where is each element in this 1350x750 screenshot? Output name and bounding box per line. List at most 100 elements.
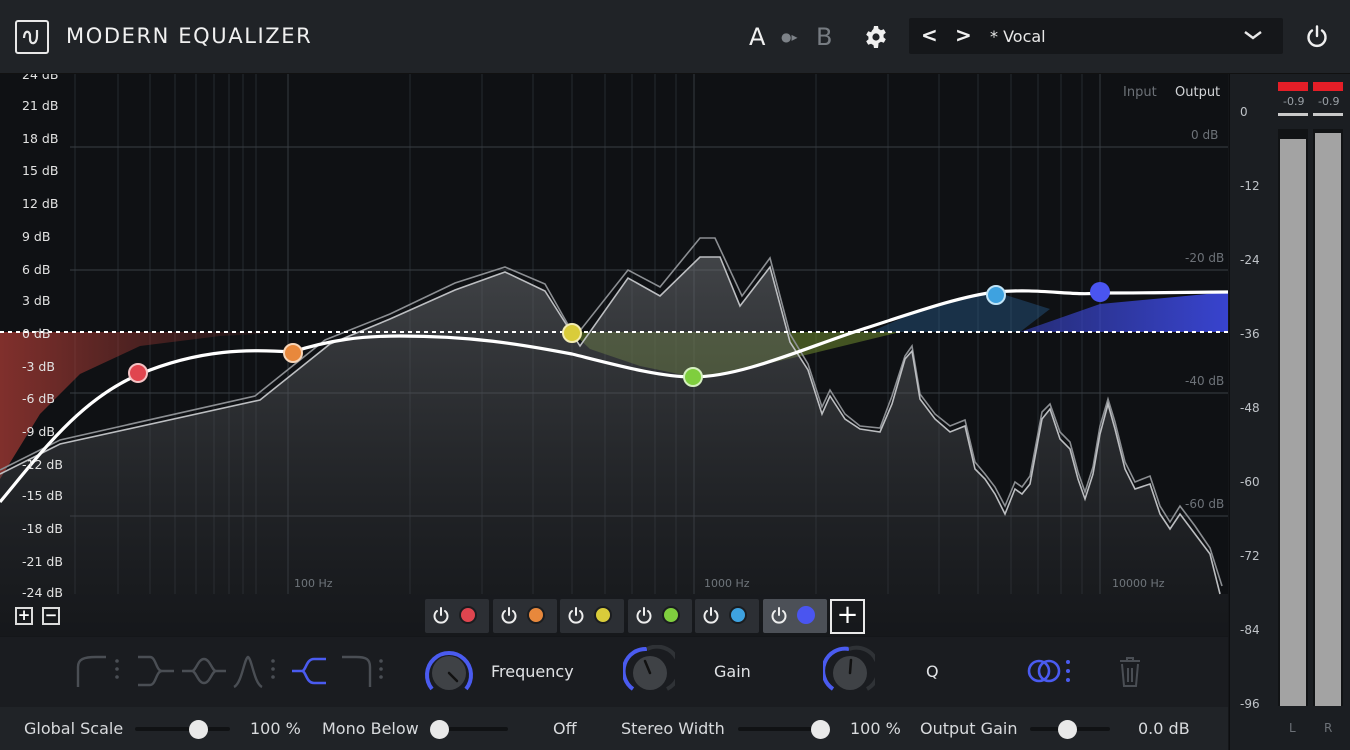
db-label: 18 dB — [22, 131, 59, 146]
frequency-knob[interactable] — [422, 645, 474, 697]
band-3-button[interactable] — [560, 599, 624, 633]
band-1-node — [128, 363, 148, 383]
gain-knob[interactable] — [623, 645, 675, 697]
band-power-icon[interactable] — [566, 606, 586, 626]
q-knob[interactable] — [823, 645, 875, 697]
stereo-width-slider[interactable] — [738, 720, 830, 739]
stereo-width-value: 100 % — [850, 719, 901, 738]
logo-icon — [15, 20, 49, 54]
spectrum-db-label: -20 dB — [1185, 251, 1225, 265]
mono-below-label: Mono Below — [322, 719, 419, 738]
band-1-button[interactable] — [425, 599, 489, 633]
band-4-button[interactable] — [628, 599, 692, 633]
band-color-dot — [459, 606, 477, 624]
db-label: 12 dB — [22, 196, 59, 211]
band-power-icon[interactable] — [701, 606, 721, 626]
tilt-filter-icon[interactable] — [290, 653, 338, 689]
band-6-button[interactable] — [763, 599, 827, 633]
meter-scale-label: -24 — [1240, 253, 1260, 267]
meter-scale-label: -72 — [1240, 549, 1260, 563]
band-5-fill — [760, 292, 1050, 332]
ab-compare-b-button[interactable]: B — [816, 23, 832, 51]
preset-name[interactable]: * Vocal — [990, 27, 1046, 46]
eq-graph[interactable]: 24 dB 21 dB 18 dB 15 dB 12 dB 9 dB 6 dB … — [0, 74, 1228, 636]
low-shelf-filter-icon[interactable] — [134, 653, 182, 689]
db-label: -6 dB — [22, 391, 55, 406]
settings-gear-icon[interactable] — [864, 25, 888, 49]
chevron-down-icon[interactable] — [1242, 26, 1264, 44]
notch-filter-icon[interactable] — [232, 653, 280, 689]
band-color-dot — [797, 606, 815, 624]
peak-value-left: -0.9 — [1283, 95, 1305, 108]
band-power-icon[interactable] — [634, 606, 654, 626]
channel-label-left: L — [1289, 721, 1296, 735]
bypass-power-icon[interactable] — [1304, 24, 1330, 50]
input-spectrum-toggle[interactable]: Input — [1123, 85, 1157, 100]
output-gain-slider[interactable] — [1030, 720, 1110, 739]
spectrum-output-fill — [0, 257, 1228, 636]
db-label: -3 dB — [22, 359, 55, 374]
peak-value-right: -0.9 — [1318, 95, 1340, 108]
meter-scale-label: 0 — [1240, 105, 1248, 119]
preset-next-button[interactable]: > — [955, 23, 972, 47]
trash-icon[interactable] — [1110, 653, 1158, 689]
q-label: Q — [926, 662, 939, 681]
meter-scale-label: -36 — [1240, 327, 1260, 341]
freq-label: 1000 Hz — [704, 577, 750, 590]
stereo-mode-icon[interactable] — [1026, 653, 1074, 689]
slider-thumb[interactable] — [1058, 720, 1077, 739]
global-scale-slider[interactable] — [135, 720, 230, 739]
zoom-in-button[interactable]: + — [15, 607, 33, 625]
slider-thumb[interactable] — [811, 720, 830, 739]
db-label: -18 dB — [22, 521, 63, 536]
meter-scale-label: -96 — [1240, 697, 1260, 711]
db-label: -21 dB — [22, 554, 63, 569]
band-power-icon[interactable] — [431, 606, 451, 626]
global-settings-bar: Global Scale 100 % Mono Below Off Stereo… — [0, 707, 1228, 750]
output-gain-value: 0.0 dB — [1138, 719, 1190, 738]
db-label: -9 dB — [22, 424, 55, 439]
preset-prev-button[interactable]: < — [921, 23, 938, 47]
clip-indicator-left[interactable] — [1278, 82, 1308, 91]
slider-thumb[interactable] — [189, 720, 208, 739]
ab-copy-arrow-icon[interactable]: ●▸ — [781, 30, 798, 44]
zoom-out-button[interactable]: − — [42, 607, 60, 625]
band-5-button[interactable] — [695, 599, 759, 633]
low-cut-filter-icon[interactable] — [74, 653, 122, 689]
mono-below-value: Off — [553, 719, 577, 738]
eq-graph-canvas[interactable] — [0, 74, 1228, 636]
band-3-node — [562, 323, 582, 343]
db-label: 9 dB — [22, 229, 51, 244]
output-spectrum-toggle[interactable]: Output — [1175, 85, 1220, 100]
stereo-width-label: Stereo Width — [621, 719, 725, 738]
band-power-icon[interactable] — [769, 606, 789, 626]
meter-bar-left — [1280, 139, 1306, 706]
freq-label: 10000 Hz — [1112, 577, 1165, 590]
slider-thumb[interactable] — [430, 720, 449, 739]
clip-indicator-right[interactable] — [1313, 82, 1343, 91]
meter-scale-label: -84 — [1240, 623, 1260, 637]
db-label: 24 dB — [22, 74, 59, 82]
gain-label: Gain — [714, 662, 751, 681]
bell-filter-icon[interactable] — [180, 653, 228, 689]
db-label: -24 dB — [22, 585, 63, 600]
ab-compare-a-button[interactable]: A — [749, 23, 765, 51]
band-4-node — [683, 367, 703, 387]
db-label: 6 dB — [22, 262, 51, 277]
preset-selector: < > * Vocal — [909, 18, 1283, 54]
band-controls: Frequency Gain Q — [0, 637, 1228, 707]
peak-hold-left — [1278, 113, 1308, 116]
meter-scale-label: -48 — [1240, 401, 1260, 415]
mono-below-slider[interactable] — [430, 720, 508, 739]
add-band-button[interactable]: + — [830, 599, 865, 634]
high-cut-filter-icon[interactable] — [340, 653, 388, 689]
db-label: 15 dB — [22, 163, 59, 178]
band-2-button[interactable] — [493, 599, 557, 633]
meter-scale-label: -12 — [1240, 179, 1260, 193]
band-power-icon[interactable] — [499, 606, 519, 626]
db-label: 3 dB — [22, 293, 51, 308]
db-label: -12 dB — [22, 457, 63, 472]
header: MODERN EQUALIZER A ●▸ B < > * Vocal — [0, 0, 1350, 74]
band-color-dot — [527, 606, 545, 624]
global-scale-label: Global Scale — [24, 719, 124, 738]
